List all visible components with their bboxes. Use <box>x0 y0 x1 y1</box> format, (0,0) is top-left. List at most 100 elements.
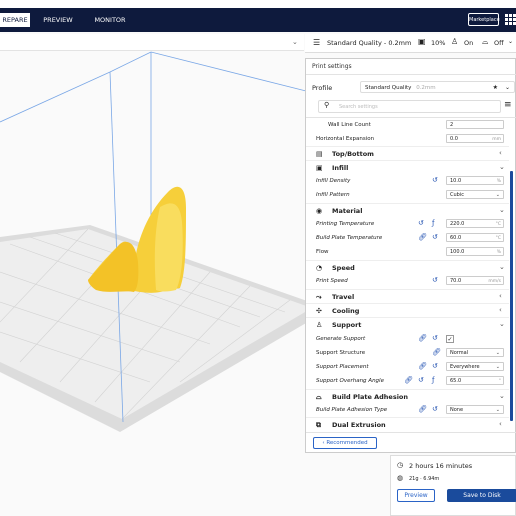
profile-select[interactable]: Standard Quality 0.2mm ★ ⌄ <box>360 81 515 93</box>
travel-icon: ⤳ <box>316 293 322 301</box>
speed-icon: ◔ <box>316 264 323 272</box>
reset-icon[interactable]: ↺ <box>418 219 424 227</box>
setting-horizontal-expansion: Horizontal Expansion 0.0 mm <box>306 132 509 146</box>
recommended-button[interactable]: ‹ Recommended <box>313 437 377 449</box>
profile-suffix: 0.2mm <box>416 85 436 91</box>
print-settings-panel: Print settings Profile Standard Quality … <box>305 58 516 453</box>
infill-density-field[interactable]: 10.0% <box>446 176 504 185</box>
adhesion-status: Off <box>494 39 504 47</box>
link-icon[interactable]: 🔗︎ <box>418 334 427 342</box>
menu-icon[interactable]: ≡ <box>504 100 512 110</box>
chevron-left-icon: ‹ <box>499 292 502 300</box>
category-infill[interactable]: ▣ Infill ⌄ <box>306 160 509 175</box>
sliders-icon: ☰ <box>313 38 321 47</box>
reset-icon[interactable]: ↺ <box>432 334 438 342</box>
adhesion-icon: ⌓ <box>482 37 489 46</box>
reset-icon[interactable]: ↺ <box>432 405 438 413</box>
printing-temperature-field[interactable]: 220.0 °C <box>446 219 504 228</box>
print-time: 2 hours 16 minutes <box>409 462 473 470</box>
material-estimate: 21g · 6.94m <box>409 476 440 482</box>
category-top-bottom[interactable]: ▤ Top/Bottom ‹ <box>306 146 509 161</box>
marketplace-button[interactable]: Marketplace <box>468 13 500 26</box>
dual-extrusion-icon: ⧉ <box>316 421 321 429</box>
adhesion-type-select[interactable]: None ⌄ <box>446 405 504 414</box>
function-icon[interactable]: ƒ <box>432 376 434 384</box>
setting-print-speed: Print Speed ↺ 70.0 mm/s <box>306 274 509 288</box>
material-icon: ◉ <box>316 207 323 215</box>
tab-monitor[interactable]: MONITOR <box>88 13 132 27</box>
search-icon: ⚲ <box>324 101 330 109</box>
generate-support-checkbox[interactable]: ✓ <box>446 335 454 343</box>
category-material[interactable]: ◉ Material ⌄ <box>306 203 509 218</box>
reset-icon[interactable]: ↺ <box>418 376 424 384</box>
category-cooling[interactable]: ✣ Cooling ‹ <box>306 303 509 318</box>
fan-icon: ✣ <box>316 307 322 315</box>
panel-title: Print settings <box>312 63 352 70</box>
spool-icon: ◍ <box>397 474 404 482</box>
setting-support-structure: Support Structure 🔗︎ Normal ⌄ <box>306 346 509 360</box>
link-icon[interactable]: 🔗︎ <box>432 348 441 356</box>
reset-icon[interactable]: ↺ <box>432 233 438 241</box>
setting-support-overhang-angle: Support Overhang Angle 🔗︎ ↺ ƒ 65.0 ° <box>306 374 509 388</box>
profile-value: Standard Quality <box>365 85 412 91</box>
setting-flow: Flow 100.0% <box>306 245 509 259</box>
star-icon[interactable]: ★ <box>493 82 498 94</box>
chevron-down-icon: ⌄ <box>499 263 505 271</box>
category-travel[interactable]: ⤳ Travel ‹ <box>306 289 509 304</box>
link-icon[interactable]: 🔗︎ <box>404 376 413 384</box>
chevron-left-icon: ‹ <box>499 149 502 157</box>
chevron-down-icon: ⌄ <box>504 84 510 91</box>
reset-icon[interactable]: ↺ <box>432 176 438 184</box>
category-support[interactable]: ♙ Support ⌄ <box>306 317 509 332</box>
horizontal-expansion-field[interactable]: 0.0 mm <box>446 134 504 143</box>
chevron-left-icon: ‹ <box>499 306 502 314</box>
chevron-down-icon: ⌄ <box>508 38 514 45</box>
object-list-bar[interactable] <box>0 34 304 51</box>
support-structure-select[interactable]: Normal ⌄ <box>446 348 504 357</box>
tab-preview[interactable]: PREVIEW <box>38 13 78 27</box>
search-settings-input[interactable]: Search settings <box>318 100 501 113</box>
category-speed[interactable]: ◔ Speed ⌄ <box>306 260 509 275</box>
chevron-left-icon: ‹ <box>499 420 502 428</box>
apps-grid-icon[interactable] <box>505 14 516 25</box>
link-icon[interactable]: 🔗︎ <box>418 362 427 370</box>
link-icon[interactable]: 🔗︎ <box>418 233 427 241</box>
category-build-plate-adhesion[interactable]: ⌓ Build Plate Adhesion ⌄ <box>306 389 509 404</box>
print-setup-bar[interactable]: ☰ Standard Quality - 0.2mm ▣ 10% ♙ On ⌓ … <box>305 34 516 53</box>
wall-line-count-field[interactable]: 2 <box>446 120 504 129</box>
profile-label: Profile <box>312 84 333 92</box>
infill-icon: ▣ <box>316 164 323 172</box>
reset-icon[interactable]: ↺ <box>432 276 438 284</box>
setting-build-plate-temperature: Build Plate Temperature 🔗︎ ↺ 60.0 °C <box>306 231 509 245</box>
support-icon: ♙ <box>316 321 323 329</box>
infill-percent: 10% <box>431 39 446 47</box>
chevron-down-icon: ⌄ <box>499 206 505 214</box>
function-icon[interactable]: ƒ <box>432 219 434 227</box>
preview-button[interactable]: Preview <box>397 489 435 502</box>
flow-field[interactable]: 100.0% <box>446 247 504 256</box>
reset-icon[interactable]: ↺ <box>432 362 438 370</box>
adhesion-icon: ⌓ <box>316 393 322 401</box>
chevron-down-icon: ⌄ <box>499 392 505 400</box>
link-icon[interactable]: 🔗︎ <box>418 405 427 413</box>
setting-infill-density: Infill Density ↺ 10.0% <box>306 174 509 188</box>
build-plate-temperature-field[interactable]: 60.0 °C <box>446 233 504 242</box>
support-placement-select[interactable]: Everywhere ⌄ <box>446 362 504 371</box>
print-speed-field[interactable]: 70.0 mm/s <box>446 276 504 285</box>
support-overhang-field[interactable]: 65.0 ° <box>446 376 504 385</box>
infill-icon: ▣ <box>418 37 426 46</box>
infill-pattern-select[interactable]: Cubic ⌄ <box>446 190 504 199</box>
chevron-down-icon[interactable]: ⌄ <box>292 38 298 46</box>
setting-infill-pattern: Infill Pattern Cubic ⌄ <box>306 188 509 202</box>
clock-icon: ◷ <box>397 461 404 469</box>
support-status: On <box>464 39 474 47</box>
category-dual-extrusion[interactable]: ⧉ Dual Extrusion ‹ <box>306 417 509 432</box>
chevron-down-icon: ⌄ <box>499 320 505 328</box>
top-bottom-icon: ▤ <box>316 150 323 158</box>
tab-prepare[interactable]: REPARE <box>0 13 30 27</box>
setting-support-placement: Support Placement 🔗︎ ↺ Everywhere ⌄ <box>306 360 509 374</box>
save-to-disk-button[interactable]: Save to Disk <box>447 489 516 502</box>
quality-profile-label: Standard Quality - 0.2mm <box>327 39 412 47</box>
support-icon: ♙ <box>451 37 459 46</box>
scrollbar[interactable] <box>510 171 513 421</box>
